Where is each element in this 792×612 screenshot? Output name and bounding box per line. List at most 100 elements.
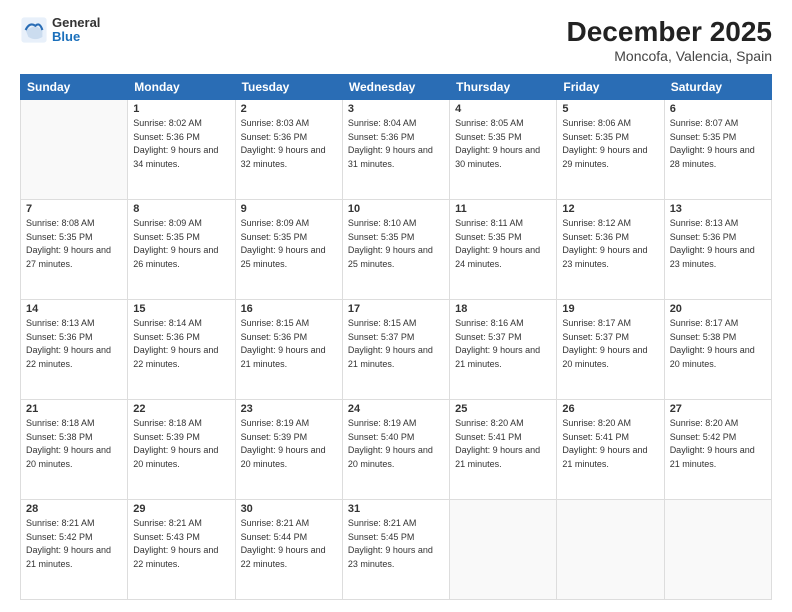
- day-number: 9: [241, 203, 337, 215]
- page-subtitle: Moncofa, Valencia, Spain: [567, 48, 772, 64]
- day-number: 13: [670, 203, 766, 215]
- day-cell-3-4: 25 Sunrise: 8:20 AMSunset: 5:41 PMDayligh…: [450, 400, 557, 500]
- day-number: 29: [133, 503, 229, 515]
- day-cell-0-0: [21, 100, 128, 200]
- calendar-table: Sunday Monday Tuesday Wednesday Thursday…: [20, 74, 772, 600]
- header: General Blue December 2025 Moncofa, Vale…: [20, 16, 772, 64]
- day-number: 14: [26, 303, 122, 315]
- day-cell-1-0: 7 Sunrise: 8:08 AMSunset: 5:35 PMDaylight…: [21, 200, 128, 300]
- page-title: December 2025: [567, 16, 772, 48]
- day-cell-3-2: 23Sunrise: 8:19 AMSunset: 5:39 PMDayligh…: [235, 400, 342, 500]
- day-info: Sunrise: 8:15 AMSunset: 5:37 PMDaylight:…: [348, 317, 444, 371]
- day-cell-0-2: 2 Sunrise: 8:03 AMSunset: 5:36 PMDaylight…: [235, 100, 342, 200]
- day-number: 3: [348, 103, 444, 115]
- day-cell-3-3: 24Sunrise: 8:19 AMSunset: 5:40 PMDayligh…: [342, 400, 449, 500]
- day-info: Sunrise: 8:17 AMSunset: 5:38 PMDaylight:…: [670, 317, 766, 371]
- day-info: Sunrise: 8:14 AMSunset: 5:36 PMDaylight:…: [133, 317, 229, 371]
- header-tuesday: Tuesday: [235, 75, 342, 100]
- day-info: Sunrise: 8:06 AMSunset: 5:35 PMDaylight:…: [562, 117, 658, 171]
- logo-general: General: [52, 16, 100, 30]
- day-number: 21: [26, 403, 122, 415]
- day-number: 28: [26, 503, 122, 515]
- day-number: 7: [26, 203, 122, 215]
- header-monday: Monday: [128, 75, 235, 100]
- day-number: 26: [562, 403, 658, 415]
- title-block: December 2025 Moncofa, Valencia, Spain: [567, 16, 772, 64]
- logo-blue: Blue: [52, 30, 100, 44]
- week-row-3: 14 Sunrise: 8:13 AMSunset: 5:36 PMDayligh…: [21, 300, 772, 400]
- day-number: 24: [348, 403, 444, 415]
- week-row-1: 1Sunrise: 8:02 AMSunset: 5:36 PMDaylight…: [21, 100, 772, 200]
- day-number: 6: [670, 103, 766, 115]
- day-cell-4-5: [557, 500, 664, 600]
- day-number: 19: [562, 303, 658, 315]
- day-number: 1: [133, 103, 229, 115]
- day-number: 11: [455, 203, 551, 215]
- day-info: Sunrise: 8:20 AMSunset: 5:41 PMDaylight:…: [455, 417, 551, 471]
- day-cell-2-6: 20 Sunrise: 8:17 AMSunset: 5:38 PMDayligh…: [664, 300, 771, 400]
- logo-icon: [20, 16, 48, 44]
- day-info: Sunrise: 8:21 AMSunset: 5:42 PMDaylight:…: [26, 517, 122, 571]
- day-info: Sunrise: 8:07 AMSunset: 5:35 PMDaylight:…: [670, 117, 766, 171]
- day-info: Sunrise: 8:17 AMSunset: 5:37 PMDaylight:…: [562, 317, 658, 371]
- day-cell-3-0: 21Sunrise: 8:18 AMSunset: 5:38 PMDayligh…: [21, 400, 128, 500]
- day-cell-3-1: 22Sunrise: 8:18 AMSunset: 5:39 PMDayligh…: [128, 400, 235, 500]
- day-cell-4-0: 28 Sunrise: 8:21 AMSunset: 5:42 PMDayligh…: [21, 500, 128, 600]
- day-cell-1-5: 12Sunrise: 8:12 AMSunset: 5:36 PMDayligh…: [557, 200, 664, 300]
- day-info: Sunrise: 8:21 AMSunset: 5:43 PMDaylight:…: [133, 517, 229, 571]
- day-cell-4-2: 30Sunrise: 8:21 AMSunset: 5:44 PMDayligh…: [235, 500, 342, 600]
- day-cell-0-4: 4Sunrise: 8:05 AMSunset: 5:35 PMDaylight…: [450, 100, 557, 200]
- day-number: 12: [562, 203, 658, 215]
- day-cell-0-3: 3 Sunrise: 8:04 AMSunset: 5:36 PMDaylight…: [342, 100, 449, 200]
- day-info: Sunrise: 8:16 AMSunset: 5:37 PMDaylight:…: [455, 317, 551, 371]
- day-info: Sunrise: 8:11 AMSunset: 5:35 PMDaylight:…: [455, 217, 551, 271]
- day-cell-0-1: 1Sunrise: 8:02 AMSunset: 5:36 PMDaylight…: [128, 100, 235, 200]
- day-info: Sunrise: 8:13 AMSunset: 5:36 PMDaylight:…: [26, 317, 122, 371]
- day-cell-1-3: 10Sunrise: 8:10 AMSunset: 5:35 PMDayligh…: [342, 200, 449, 300]
- day-info: Sunrise: 8:08 AMSunset: 5:35 PMDaylight:…: [26, 217, 122, 271]
- day-cell-0-6: 6 Sunrise: 8:07 AMSunset: 5:35 PMDaylight…: [664, 100, 771, 200]
- day-info: Sunrise: 8:18 AMSunset: 5:39 PMDaylight:…: [133, 417, 229, 471]
- day-number: 8: [133, 203, 229, 215]
- day-cell-2-4: 18Sunrise: 8:16 AMSunset: 5:37 PMDayligh…: [450, 300, 557, 400]
- day-info: Sunrise: 8:20 AMSunset: 5:41 PMDaylight:…: [562, 417, 658, 471]
- day-number: 27: [670, 403, 766, 415]
- day-cell-3-6: 27 Sunrise: 8:20 AMSunset: 5:42 PMDayligh…: [664, 400, 771, 500]
- header-sunday: Sunday: [21, 75, 128, 100]
- day-cell-4-4: [450, 500, 557, 600]
- day-number: 25: [455, 403, 551, 415]
- header-thursday: Thursday: [450, 75, 557, 100]
- header-friday: Friday: [557, 75, 664, 100]
- day-number: 2: [241, 103, 337, 115]
- day-cell-2-3: 17 Sunrise: 8:15 AMSunset: 5:37 PMDayligh…: [342, 300, 449, 400]
- day-info: Sunrise: 8:21 AMSunset: 5:45 PMDaylight:…: [348, 517, 444, 571]
- day-info: Sunrise: 8:09 AMSunset: 5:35 PMDaylight:…: [133, 217, 229, 271]
- day-cell-2-5: 19 Sunrise: 8:17 AMSunset: 5:37 PMDayligh…: [557, 300, 664, 400]
- day-cell-4-3: 31Sunrise: 8:21 AMSunset: 5:45 PMDayligh…: [342, 500, 449, 600]
- day-info: Sunrise: 8:10 AMSunset: 5:35 PMDaylight:…: [348, 217, 444, 271]
- day-cell-4-1: 29 Sunrise: 8:21 AMSunset: 5:43 PMDayligh…: [128, 500, 235, 600]
- header-saturday: Saturday: [664, 75, 771, 100]
- page: General Blue December 2025 Moncofa, Vale…: [0, 0, 792, 612]
- day-cell-1-6: 13Sunrise: 8:13 AMSunset: 5:36 PMDayligh…: [664, 200, 771, 300]
- logo-text: General Blue: [52, 16, 100, 45]
- day-info: Sunrise: 8:05 AMSunset: 5:35 PMDaylight:…: [455, 117, 551, 171]
- day-cell-2-0: 14 Sunrise: 8:13 AMSunset: 5:36 PMDayligh…: [21, 300, 128, 400]
- day-info: Sunrise: 8:03 AMSunset: 5:36 PMDaylight:…: [241, 117, 337, 171]
- day-number: 15: [133, 303, 229, 315]
- day-info: Sunrise: 8:04 AMSunset: 5:36 PMDaylight:…: [348, 117, 444, 171]
- day-info: Sunrise: 8:20 AMSunset: 5:42 PMDaylight:…: [670, 417, 766, 471]
- day-number: 5: [562, 103, 658, 115]
- day-cell-4-6: [664, 500, 771, 600]
- day-number: 17: [348, 303, 444, 315]
- logo: General Blue: [20, 16, 100, 45]
- day-info: Sunrise: 8:15 AMSunset: 5:36 PMDaylight:…: [241, 317, 337, 371]
- day-number: 16: [241, 303, 337, 315]
- header-wednesday: Wednesday: [342, 75, 449, 100]
- day-number: 30: [241, 503, 337, 515]
- day-number: 20: [670, 303, 766, 315]
- day-number: 23: [241, 403, 337, 415]
- day-cell-3-5: 26 Sunrise: 8:20 AMSunset: 5:41 PMDayligh…: [557, 400, 664, 500]
- week-row-5: 28 Sunrise: 8:21 AMSunset: 5:42 PMDayligh…: [21, 500, 772, 600]
- day-info: Sunrise: 8:09 AMSunset: 5:35 PMDaylight:…: [241, 217, 337, 271]
